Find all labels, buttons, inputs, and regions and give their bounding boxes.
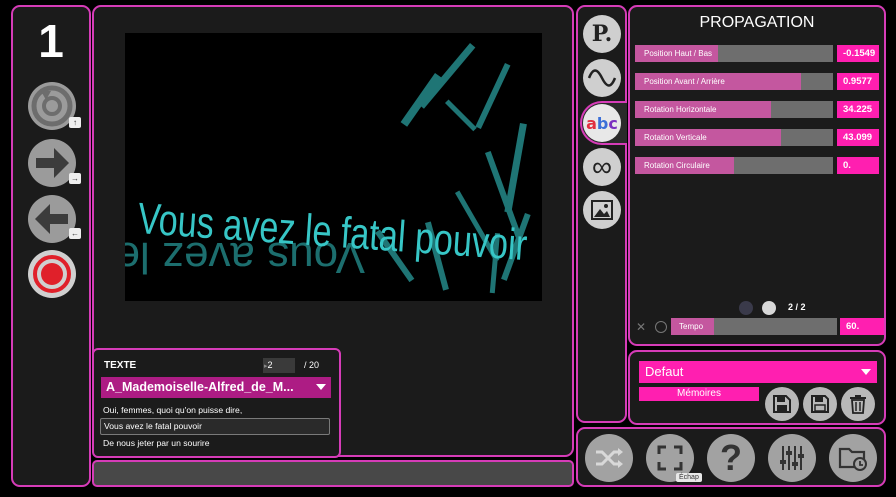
text-line[interactable]: De nous jeter par un sourire xyxy=(103,436,210,450)
save-button[interactable] xyxy=(803,387,837,421)
tool-abc-button[interactable]: abc xyxy=(583,104,621,142)
slider-rotation-horizontale[interactable]: Rotation Horizontale 34.225 xyxy=(635,101,879,118)
slider-value[interactable]: -0.1549 xyxy=(837,45,879,62)
tool-wave-button[interactable] xyxy=(583,59,621,97)
tempo-label: Tempo xyxy=(679,322,704,331)
next-key-hint: → xyxy=(69,173,81,184)
slider-value[interactable]: 43.099 xyxy=(837,129,879,146)
texte-panel: TEXTE ▸2 / 20 A_Mademoiselle-Alfred_de_M… xyxy=(92,348,341,458)
text-line-active[interactable]: Vous avez le fatal pouvoir xyxy=(100,418,330,435)
slider-label: Rotation Verticale xyxy=(644,133,707,142)
text-select-dropdown[interactable]: A_Mademoiselle-Alfred_de_M... xyxy=(101,377,331,398)
mixer-button[interactable] xyxy=(768,434,816,482)
bottom-toolbar: Échap ? xyxy=(576,427,886,487)
page-total: / 20 xyxy=(304,360,320,370)
scene-number: 1 xyxy=(38,15,64,67)
text-render: Vous avez le fatal pouvoir Vous avez le … xyxy=(125,42,531,294)
propagation-title: PROPAGATION xyxy=(699,14,815,31)
left-toolbar: 1 ↑ → ← xyxy=(11,5,91,487)
wave-icon xyxy=(587,69,617,87)
slider-position-haut-bas[interactable]: Position Haut / Bas -0.1549 xyxy=(635,45,879,62)
trash-icon xyxy=(850,395,866,414)
presets-panel: Defaut Mémoires xyxy=(628,350,886,425)
slider-label: Rotation Horizontale xyxy=(644,105,717,114)
tool-pen-button[interactable]: P. xyxy=(583,15,621,53)
preset-dropdown[interactable]: Defaut xyxy=(639,361,877,383)
slider-position-avant-arriere[interactable]: Position Avant / Arrière 0.9577 xyxy=(635,73,879,90)
slider-label: Position Avant / Arrière xyxy=(644,77,725,86)
slider-rotation-verticale[interactable]: Rotation Verticale 43.099 xyxy=(635,129,879,146)
delete-button[interactable] xyxy=(841,387,875,421)
tempo-toggle[interactable] xyxy=(655,321,667,333)
abc-icon: abc xyxy=(586,113,618,133)
dropdown-arrow-icon xyxy=(861,369,871,375)
selected-text-name: A_Mademoiselle-Alfred_de_M... xyxy=(106,380,294,394)
image-icon xyxy=(591,200,613,220)
question-icon: ? xyxy=(720,437,742,478)
page-number-input[interactable]: ▸2 xyxy=(263,358,295,373)
prev-key-hint: ← xyxy=(69,228,81,239)
save-as-icon xyxy=(773,395,791,413)
preview-canvas[interactable]: Vous avez le fatal pouvoir Vous avez le … xyxy=(125,33,542,301)
texte-title: TEXTE xyxy=(104,360,137,371)
pen-icon: P. xyxy=(591,21,613,47)
folder-icon xyxy=(838,447,867,471)
save-icon xyxy=(811,395,829,413)
slider-label: Rotation Circulaire xyxy=(644,161,710,170)
shuffle-button[interactable] xyxy=(585,434,633,482)
rotate-key-hint: ↑ xyxy=(69,117,81,128)
text-line[interactable]: Oui, femmes, quoi qu'on puisse dire, xyxy=(103,403,242,417)
memories-button[interactable]: Mémoires xyxy=(639,387,759,401)
escape-key-hint: Échap xyxy=(676,473,702,482)
tempo-slider[interactable]: Tempo xyxy=(671,318,837,335)
shuffle-icon xyxy=(596,448,623,468)
record-button[interactable] xyxy=(28,250,76,298)
pager-label: 2 / 2 xyxy=(788,302,806,312)
page-value: 2 xyxy=(267,360,273,370)
infinity-icon: ∞ xyxy=(592,151,612,182)
save-as-button[interactable] xyxy=(765,387,799,421)
pager-dot-active[interactable] xyxy=(762,301,776,315)
record-icon xyxy=(33,255,71,293)
status-bar xyxy=(92,460,574,487)
dropdown-arrow-icon xyxy=(316,384,326,390)
tools-column: P. abc ∞ xyxy=(576,5,627,423)
fullscreen-icon xyxy=(657,445,683,471)
propagation-panel: PROPAGATION Position Haut / Bas -0.1549 … xyxy=(628,5,886,346)
tempo-value[interactable]: 60. xyxy=(840,318,884,335)
slider-rotation-circulaire[interactable]: Rotation Circulaire 0. xyxy=(635,157,879,174)
slider-label: Position Haut / Bas xyxy=(644,49,713,58)
preset-name: Defaut xyxy=(645,364,684,379)
pager-dot[interactable] xyxy=(739,301,753,315)
help-button[interactable]: ? xyxy=(707,434,755,482)
active-line-text: Vous avez le fatal pouvoir xyxy=(104,421,202,431)
tool-infinity-button[interactable]: ∞ xyxy=(583,148,621,186)
slider-value[interactable]: 0.9577 xyxy=(837,73,879,90)
sliders-icon xyxy=(780,446,804,470)
slider-value[interactable]: 0. xyxy=(837,157,879,174)
tool-image-button[interactable] xyxy=(583,191,621,229)
slider-value[interactable]: 34.225 xyxy=(837,101,879,118)
open-folder-button[interactable] xyxy=(829,434,877,482)
close-icon[interactable]: ✕ xyxy=(636,320,646,334)
